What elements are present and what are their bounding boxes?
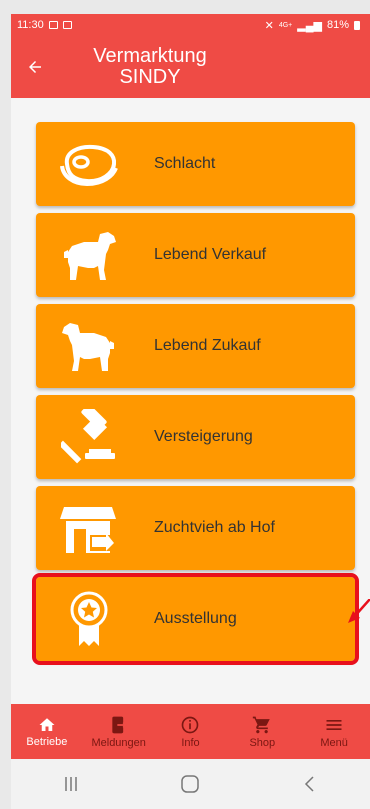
gallery-icon (48, 21, 58, 29)
back-nav-icon[interactable] (300, 774, 320, 794)
status-bar: 11:30 ✕ 4G+ ▂▄▆ 81% (11, 14, 370, 36)
tile-schlacht[interactable]: Schlacht (36, 122, 355, 206)
award-ribbon-icon (54, 588, 124, 650)
page-title: Vermarktung SINDY (75, 46, 225, 88)
info-icon (182, 716, 199, 733)
cart-icon (253, 716, 271, 733)
page-title-line2: SINDY (119, 66, 181, 88)
tile-label: Versteigerung (154, 428, 253, 445)
nav-label: Shop (249, 736, 276, 749)
tile-label: Zuchtvieh ab Hof (154, 519, 275, 536)
bottom-navigation: Betriebe Meldungen Info Shop Menü (11, 704, 370, 759)
tile-versteigerung[interactable]: Versteigerung (36, 395, 355, 479)
nav-label: Meldungen (91, 736, 146, 749)
app-screen: 11:30 ✕ 4G+ ▂▄▆ 81% Vermarktung SINDY Sc… (11, 14, 370, 809)
nav-label: Betriebe (26, 735, 68, 748)
menu-icon (326, 719, 342, 730)
tile-lebend-verkauf[interactable]: Lebend Verkauf (36, 213, 355, 297)
arrow-left-icon (29, 61, 41, 73)
annotation-arrow (348, 599, 370, 623)
mute-icon: ✕ (264, 19, 274, 32)
gavel-icon (54, 406, 124, 468)
tile-ausstellung[interactable]: Ausstellung (32, 573, 359, 665)
exit-icon (112, 716, 127, 733)
calf-icon (54, 315, 124, 377)
page-title-line1: Vermarktung (93, 45, 207, 67)
nav-shop[interactable]: Shop (226, 704, 298, 759)
home-icon (39, 717, 55, 731)
calf-icon (54, 224, 124, 286)
tile-zuchtvieh-ab-hof[interactable]: Zuchtvieh ab Hof (36, 486, 355, 570)
recent-apps-icon[interactable] (61, 775, 81, 793)
tile-label: Ausstellung (154, 610, 237, 627)
system-navigation-bar (11, 759, 370, 809)
tile-label: Lebend Zukauf (154, 337, 261, 354)
barn-icon (54, 497, 124, 559)
notification-icon (62, 21, 72, 29)
signal-icon: ▂▄▆ (297, 19, 322, 32)
home-button-icon[interactable] (180, 774, 200, 794)
steak-icon (54, 133, 124, 195)
tile-label: Lebend Verkauf (154, 246, 267, 263)
nav-betriebe[interactable]: Betriebe (11, 704, 83, 759)
tile-lebend-zukauf[interactable]: Lebend Zukauf (36, 304, 355, 388)
back-button[interactable] (11, 36, 59, 98)
nav-label: Menü (320, 736, 348, 749)
network-type: 4G+ (278, 21, 293, 29)
battery-icon (354, 20, 360, 30)
tile-label: Schlacht (154, 155, 216, 172)
nav-menu[interactable]: Menü (298, 704, 370, 759)
nav-label: Info (181, 736, 200, 749)
battery-level: 81% (326, 19, 349, 31)
nav-meldungen[interactable]: Meldungen (83, 704, 155, 759)
status-time: 11:30 (17, 19, 44, 31)
app-bar: Vermarktung SINDY (11, 36, 370, 98)
nav-info[interactable]: Info (155, 704, 227, 759)
